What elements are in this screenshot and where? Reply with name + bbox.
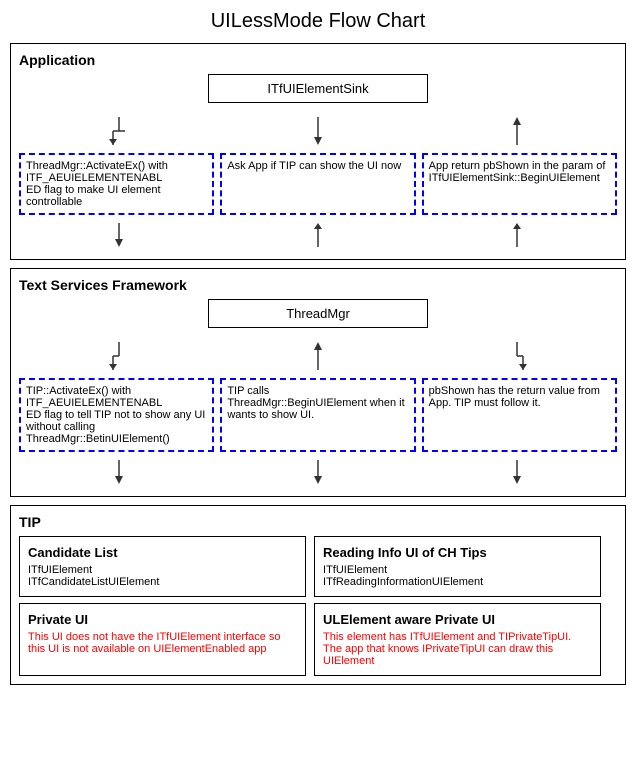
- itfuielementsink-box: ITfUIElementSink: [208, 74, 428, 103]
- app-dashed-row: ThreadMgr::ActivateEx() with ITF_AEUIELE…: [19, 153, 617, 215]
- arrow-down-tsf-bottom-right: [507, 460, 527, 484]
- app-mid-box: Ask App if TIP can show the UI now: [220, 153, 415, 215]
- application-label: Application: [19, 52, 617, 68]
- application-section: Application ITfUIElementSink: [10, 43, 626, 260]
- candidate-list-title: Candidate List: [28, 545, 297, 560]
- tsf-mid-box: TIP calls ThreadMgr::BeginUIElement when…: [220, 378, 415, 452]
- ulelement-aware-title: ULElement aware Private UI: [323, 612, 592, 627]
- tsf-section: Text Services Framework ThreadMgr: [10, 268, 626, 497]
- arrow-down-app-bottom-mid: [308, 223, 328, 247]
- arrow-up-app-bottom-right: [507, 223, 527, 247]
- candidate-list-box: Candidate List ITfUIElement ITfCandidate…: [19, 536, 306, 597]
- arrow-down-mid: [308, 117, 328, 145]
- app-right-box: App return pbShown in the param of ITfUI…: [422, 153, 617, 215]
- candidate-list-sub2: ITfCandidateListUIElement: [28, 576, 297, 588]
- ulelement-aware-red: This element has ITfUIElement and TIPriv…: [323, 631, 592, 667]
- tip-label: TIP: [19, 514, 617, 530]
- tsf-left-box: TIP::ActivateEx() with ITF_AEUIELEMENTEN…: [19, 378, 214, 452]
- arrow-down-left: [109, 117, 129, 145]
- tsf-label: Text Services Framework: [19, 277, 617, 293]
- private-ui-red: This UI does not have the ITfUIElement i…: [28, 631, 297, 655]
- ulelement-aware-box: ULElement aware Private UI This element …: [314, 603, 601, 676]
- app-arrows-top: [19, 113, 617, 149]
- reading-info-box: Reading Info UI of CH Tips ITfUIElement …: [314, 536, 601, 597]
- reading-info-sub1: ITfUIElement: [323, 564, 592, 576]
- threadmgr-box: ThreadMgr: [208, 299, 428, 328]
- private-ui-box: Private UI This UI does not have the ITf…: [19, 603, 306, 676]
- page-title: UILessMode Flow Chart: [10, 10, 626, 33]
- candidate-list-sub1: ITfUIElement: [28, 564, 297, 576]
- tip-row2: Private UI This UI does not have the ITf…: [19, 603, 617, 676]
- tsf-right-box: pbShown has the return value from App. T…: [422, 378, 617, 452]
- arrow-down-tsf-bottom-left: [109, 460, 129, 484]
- tsf-arrows-top: [19, 338, 617, 374]
- arrow-up-tsf-mid: [308, 342, 328, 370]
- arrow-down-tsf-right: [507, 342, 527, 370]
- private-ui-title: Private UI: [28, 612, 297, 627]
- tsf-dashed-row: TIP::ActivateEx() with ITF_AEUIELEMENTEN…: [19, 378, 617, 452]
- tsf-arrows-bottom: [19, 456, 617, 488]
- arrow-down-tsf-left: [109, 342, 129, 370]
- app-arrows-bottom: [19, 219, 617, 251]
- arrow-down-app-bottom-left: [109, 223, 129, 247]
- tip-row1: Candidate List ITfUIElement ITfCandidate…: [19, 536, 617, 597]
- reading-info-title: Reading Info UI of CH Tips: [323, 545, 592, 560]
- tip-section: TIP Candidate List ITfUIElement ITfCandi…: [10, 505, 626, 685]
- reading-info-sub2: ITfReadingInformationUIElement: [323, 576, 592, 588]
- arrow-down-tsf-bottom-mid: [308, 460, 328, 484]
- arrow-up-right: [507, 117, 527, 145]
- app-left-box: ThreadMgr::ActivateEx() with ITF_AEUIELE…: [19, 153, 214, 215]
